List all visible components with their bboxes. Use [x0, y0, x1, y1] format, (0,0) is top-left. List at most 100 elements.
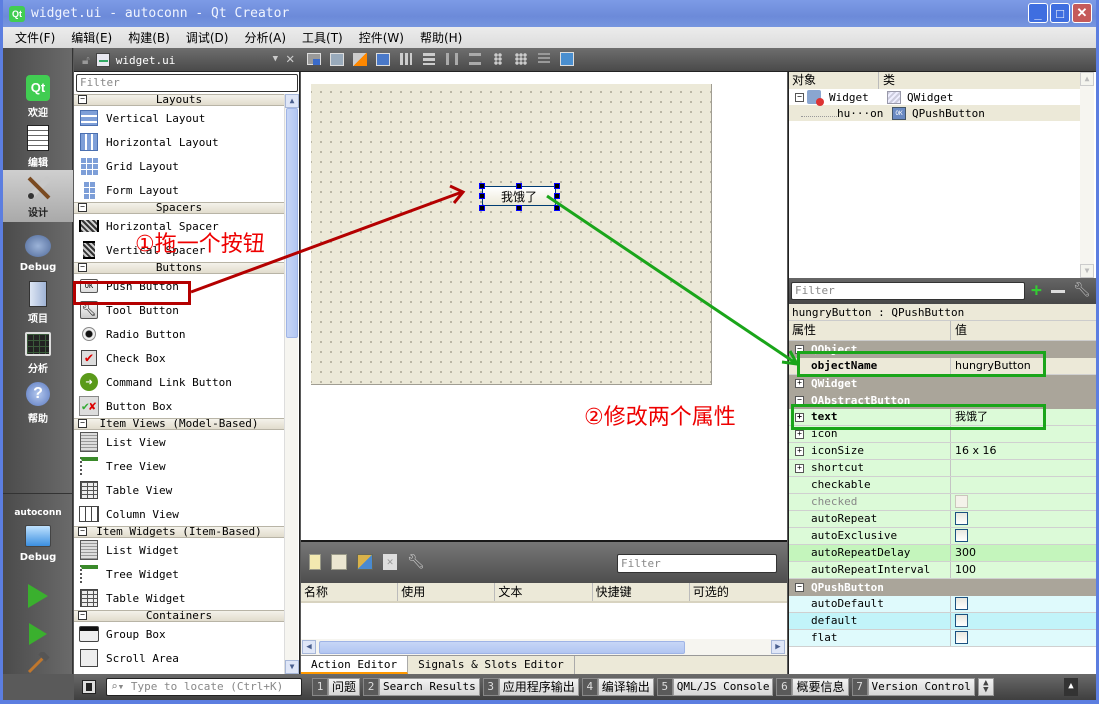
widget-horizontal-layout[interactable]: Horizontal Layout — [74, 130, 284, 154]
scrollbar-thumb[interactable] — [286, 108, 298, 338]
menu-analyze[interactable]: 分析(A) — [244, 29, 286, 46]
document-selector[interactable]: 🔓︎ widget.ui ▼ — [74, 48, 286, 72]
property-row-autorepeatdelay[interactable]: autoRepeatDelay 300 — [789, 545, 1096, 562]
resize-handle[interactable] — [479, 205, 485, 211]
property-row-autodefault[interactable]: autoDefault — [789, 596, 1096, 613]
layout-vertical-icon[interactable] — [421, 51, 437, 67]
property-value[interactable]: 16 x 16 — [951, 443, 1096, 459]
default-checkbox[interactable] — [955, 614, 968, 627]
menu-tools[interactable]: 工具(T) — [302, 29, 343, 46]
remove-dynamic-property-icon[interactable] — [1051, 290, 1065, 293]
mode-analyze[interactable]: 分析 — [3, 326, 73, 378]
layout-form-icon[interactable] — [490, 51, 506, 67]
expand-icon[interactable]: + — [795, 379, 804, 388]
widget-list-view[interactable]: List View — [74, 430, 284, 454]
column-header[interactable]: 快捷键 — [593, 583, 690, 601]
locator-input[interactable]: ⌕▾ Type to locate (Ctrl+K) — [106, 678, 302, 696]
widget-radio-button[interactable]: Radio Button — [74, 322, 284, 346]
mode-welcome[interactable]: Qt 欢迎 — [3, 70, 73, 122]
category-item-views[interactable]: − Item Views (Model-Based) — [74, 418, 284, 430]
scroll-left-icon[interactable]: ◀ — [302, 640, 316, 654]
property-row-autorepeatinterval[interactable]: autoRepeatInterval 100 — [789, 562, 1096, 579]
edit-widgets-icon[interactable] — [306, 51, 322, 67]
column-header[interactable]: 值 — [951, 321, 967, 340]
category-item-widgets[interactable]: − Item Widgets (Item-Based) — [74, 526, 284, 538]
widget-list-widget[interactable]: List Widget — [74, 538, 284, 562]
property-filter-input[interactable]: Filter — [791, 282, 1025, 300]
tree-row-push-button[interactable]: hu···on OK QPushButton — [789, 105, 1081, 121]
output-tab-version-control[interactable]: 7 Version Control — [851, 678, 975, 696]
widget-scroll-area[interactable]: Scroll Area — [74, 646, 284, 670]
scroll-right-icon[interactable]: ▶ — [771, 640, 785, 654]
target-selector[interactable]: autoconn Debug — [3, 500, 73, 570]
property-row-autoexclusive[interactable]: autoExclusive — [789, 528, 1096, 545]
close-document-button[interactable]: ✕ — [286, 51, 300, 67]
output-tab-issues[interactable]: 1 问题 — [312, 678, 361, 696]
collapse-icon[interactable]: − — [78, 611, 87, 620]
property-row-iconsize[interactable]: + iconSize 16 x 16 — [789, 443, 1096, 460]
mode-projects[interactable]: 项目 — [3, 276, 73, 328]
run-button[interactable] — [3, 576, 73, 616]
autoexclusive-checkbox[interactable] — [955, 529, 968, 542]
minimize-button[interactable]: _ — [1028, 3, 1048, 23]
menu-widgets[interactable]: 控件(W) — [359, 29, 404, 46]
widget-vertical-layout[interactable]: Vertical Layout — [74, 106, 284, 130]
autodefault-checkbox[interactable] — [955, 597, 968, 610]
widget-grid-layout[interactable]: Grid Layout — [74, 154, 284, 178]
layout-grid-icon[interactable] — [513, 51, 529, 67]
configure-wrench-icon[interactable]: 🔧︎ — [407, 554, 425, 570]
toggle-sidebar-icon[interactable] — [82, 680, 96, 694]
action-hscrollbar[interactable]: ◀ ▶ — [301, 639, 787, 655]
collapse-icon[interactable]: − — [78, 203, 87, 212]
more-panes-updown-icon[interactable]: ▲ ▼ — [977, 678, 994, 696]
widget-column-view[interactable]: Column View — [74, 502, 284, 526]
resize-handle[interactable] — [554, 193, 560, 199]
debug-run-button[interactable] — [3, 616, 73, 652]
property-row-checked[interactable]: checked — [789, 494, 1096, 511]
menu-debug[interactable]: 调试(D) — [186, 29, 229, 46]
copy-action-icon[interactable] — [331, 554, 347, 570]
resize-handle[interactable] — [479, 193, 485, 199]
property-row-flat[interactable]: flat — [789, 630, 1096, 647]
collapse-icon[interactable]: − — [795, 583, 804, 592]
resize-handle[interactable] — [554, 205, 560, 211]
collapse-icon[interactable]: − — [795, 92, 804, 102]
resize-handle[interactable] — [516, 183, 522, 189]
output-tab-search-results[interactable]: 2 Search Results — [363, 678, 480, 696]
widget-group-box[interactable]: Group Box — [74, 622, 284, 646]
property-row-default[interactable]: default — [789, 613, 1096, 630]
widget-button-box[interactable]: ✔✘ Button Box — [74, 394, 284, 418]
collapse-icon[interactable]: − — [78, 95, 87, 104]
widget-check-box[interactable]: ✔ Check Box — [74, 346, 284, 370]
resize-handle[interactable] — [479, 183, 485, 189]
mode-edit[interactable]: 编辑 — [3, 120, 73, 172]
column-header[interactable]: 文本 — [495, 583, 593, 601]
expand-icon[interactable]: + — [795, 447, 804, 456]
collapse-icon[interactable]: − — [78, 263, 87, 272]
delete-action-icon[interactable]: ✕ — [383, 554, 397, 570]
action-filter-input[interactable]: Filter — [617, 554, 777, 573]
adjust-size-icon[interactable] — [559, 51, 575, 67]
property-value[interactable]: 300 — [951, 545, 1096, 561]
property-value[interactable]: 100 — [951, 562, 1096, 578]
menu-edit[interactable]: 编辑(E) — [71, 29, 112, 46]
scrollbar-thumb[interactable] — [319, 641, 685, 654]
resize-handle[interactable] — [554, 183, 560, 189]
collapse-icon[interactable]: − — [78, 527, 87, 536]
configure-wrench-icon[interactable]: 🔧︎ — [1073, 282, 1091, 298]
scroll-up-icon[interactable]: ▲ — [1080, 72, 1094, 86]
scroll-down-icon[interactable]: ▼ — [285, 660, 299, 674]
object-inspector-scrollbar[interactable]: ▲ ▼ — [1080, 72, 1094, 278]
column-header[interactable]: 名称 — [301, 583, 399, 601]
mode-help[interactable]: ? 帮助 — [3, 376, 73, 428]
scroll-down-icon[interactable]: ▼ — [1080, 264, 1094, 278]
output-tab-compile-output[interactable]: 4 编译输出 — [581, 678, 654, 696]
break-layout-icon[interactable] — [536, 51, 552, 67]
menu-file[interactable]: 文件(F) — [15, 29, 55, 46]
output-tab-qml-console[interactable]: 5 QML/JS Console — [656, 678, 774, 696]
widget-table-widget[interactable]: Table Widget — [74, 586, 284, 610]
expand-icon[interactable]: + — [795, 464, 804, 473]
new-action-icon[interactable] — [309, 554, 321, 570]
widget-filter-input[interactable]: Filter — [76, 74, 298, 92]
paste-action-icon[interactable] — [357, 554, 373, 570]
